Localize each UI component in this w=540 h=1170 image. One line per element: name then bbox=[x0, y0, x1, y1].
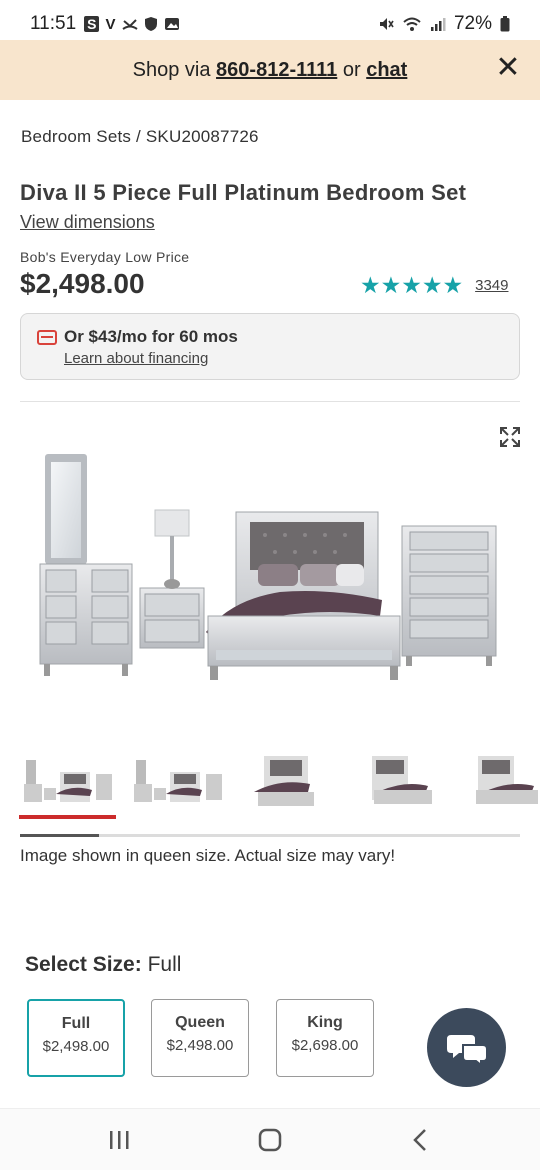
thumbnail-5[interactable] bbox=[474, 752, 540, 812]
size-name: King bbox=[307, 1014, 343, 1031]
close-icon[interactable]: ✕ bbox=[492, 52, 524, 84]
select-size-label: Select Size: Full bbox=[25, 953, 181, 977]
phone-link[interactable]: 860-812-1111 bbox=[216, 59, 337, 82]
wifi-icon bbox=[403, 17, 421, 31]
review-count-link[interactable]: 3349 bbox=[475, 277, 508, 294]
size-option-full[interactable]: Full $2,498.00 bbox=[27, 999, 125, 1077]
promo-prefix: Shop via bbox=[132, 58, 211, 81]
select-size-title: Select Size: bbox=[25, 953, 142, 976]
financing-offer: Or $43/mo for 60 mos bbox=[64, 327, 238, 346]
product-image[interactable] bbox=[30, 440, 510, 700]
promo-banner: Shop via 860-812-1111 or chat ✕ bbox=[0, 40, 540, 100]
notification-icons: S V bbox=[84, 16, 179, 33]
breadcrumb[interactable]: Bedroom Sets / SKU20087726 bbox=[21, 127, 259, 147]
size-name: Queen bbox=[175, 1014, 225, 1031]
thumbnail-1[interactable] bbox=[22, 752, 116, 812]
mute-icon bbox=[379, 18, 394, 30]
thumbnail-2[interactable] bbox=[132, 752, 226, 812]
promo-middle: or bbox=[342, 58, 361, 81]
battery-icon bbox=[500, 16, 510, 32]
thumbnail-3[interactable] bbox=[250, 752, 322, 812]
s-app-icon: S bbox=[84, 16, 100, 32]
size-price: $2,498.00 bbox=[42, 1038, 110, 1055]
price-label: Bob's Everyday Low Price bbox=[20, 249, 190, 265]
chat-button[interactable] bbox=[427, 1008, 506, 1087]
learn-financing-link[interactable]: Learn about financing bbox=[64, 350, 208, 367]
signal-icon bbox=[430, 18, 446, 31]
divider bbox=[20, 401, 520, 402]
thumbnail-strip[interactable] bbox=[20, 752, 540, 812]
system-nav-bar bbox=[0, 1108, 540, 1170]
active-thumbnail-indicator bbox=[19, 815, 116, 819]
size-option-king[interactable]: King $2,698.00 bbox=[276, 999, 374, 1077]
credit-card-icon bbox=[37, 330, 57, 345]
thumbnail-4[interactable] bbox=[364, 752, 436, 812]
size-option-queen[interactable]: Queen $2,498.00 bbox=[151, 999, 249, 1077]
chat-bubbles-icon bbox=[446, 1034, 487, 1065]
product-price: $2,498.00 bbox=[20, 268, 145, 299]
home-icon[interactable] bbox=[255, 1127, 285, 1153]
size-price: $2,498.00 bbox=[166, 1037, 234, 1054]
missed-call-icon bbox=[121, 19, 138, 30]
back-icon[interactable] bbox=[406, 1127, 436, 1153]
size-price: $2,698.00 bbox=[291, 1037, 359, 1054]
battery-percent: 72% bbox=[453, 13, 492, 34]
selected-size-value: Full bbox=[147, 953, 182, 976]
financing-box: Or $43/mo for 60 mos Learn about financi… bbox=[20, 313, 520, 380]
size-name: Full bbox=[61, 1015, 91, 1032]
shield-icon bbox=[144, 17, 157, 31]
view-dimensions-link[interactable]: View dimensions bbox=[20, 212, 155, 233]
rating[interactable]: ★★★★★ 3349 bbox=[360, 272, 508, 299]
star-rating-icon: ★★★★★ bbox=[360, 272, 464, 298]
status-time: 11:51 bbox=[30, 13, 77, 34]
size-note: Image shown in queen size. Actual size m… bbox=[20, 846, 396, 865]
chat-link[interactable]: chat bbox=[366, 59, 407, 82]
product-title: Diva II 5 Piece Full Platinum Bedroom Se… bbox=[20, 180, 467, 205]
recent-apps-icon[interactable] bbox=[104, 1127, 134, 1153]
image-icon bbox=[164, 18, 179, 30]
gallery-scroll-thumb[interactable] bbox=[20, 834, 99, 837]
v-app-icon: V bbox=[105, 15, 116, 33]
